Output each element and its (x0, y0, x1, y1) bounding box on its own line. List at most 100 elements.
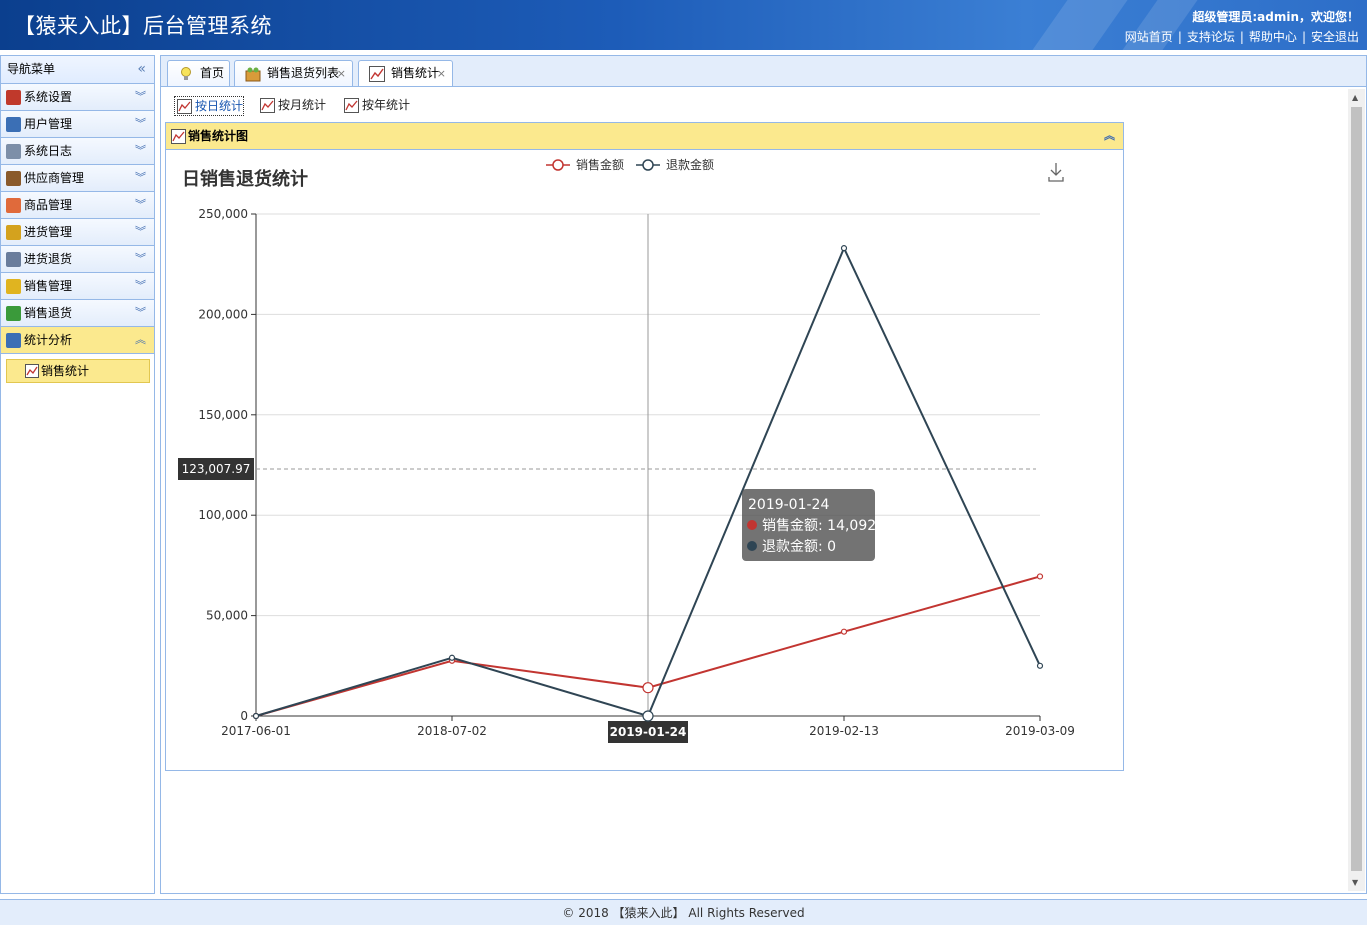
sidebar-group-4[interactable]: 供应商管理 ︾ (1, 165, 154, 192)
tab-bar: 首页 销售退货列表 × 销售统计 × (160, 55, 1367, 88)
tab-label: 销售退货列表 (267, 66, 340, 80)
collapse-left-icon[interactable]: « (137, 56, 146, 83)
stats-panel: 销售统计图 ︽ 日销售退货统计 0 50,000 100,000 150,000 200… (165, 122, 1124, 771)
header-links: 网站首页 | 支持论坛 | 帮助中心 | 安全退出 (1124, 30, 1359, 44)
button-label: 按月统计 (278, 98, 327, 112)
footer: © 2018 【猿来入此】 All Rights Reserved (0, 899, 1367, 925)
line-chart-icon (25, 364, 39, 378)
button-label: 按年统计 (362, 98, 411, 112)
x-tick-label: 2019-02-13 (809, 724, 879, 738)
tab-label: 销售统计 (391, 66, 440, 80)
chevron-down-icon[interactable]: ︾ (135, 111, 146, 137)
sidebar-group-8[interactable]: 销售管理 ︾ (1, 273, 154, 300)
scroll-thumb[interactable] (1351, 107, 1362, 871)
home-link[interactable]: 网站首页 (1125, 30, 1173, 44)
sidebar-group-label: 销售退货 (24, 306, 73, 320)
sales-return-list-icon (245, 67, 261, 82)
data-point (1036, 573, 1044, 580)
scroll-up-icon[interactable]: ▲ (1352, 93, 1358, 102)
bar-chart-icon (6, 333, 21, 348)
app-title: 【猿来入此】后台管理系统 (14, 14, 272, 38)
sidebar-group-label: 供应商管理 (24, 171, 85, 185)
chevron-down-icon[interactable]: ︾ (135, 192, 146, 218)
crosshair-x-label: 2019-01-24 (610, 725, 687, 739)
line-chart-icon (177, 99, 192, 114)
chevron-down-icon[interactable]: ︾ (135, 138, 146, 164)
sidebar-group-label: 销售管理 (24, 279, 73, 293)
chevron-down-icon[interactable]: ︾ (135, 246, 146, 272)
chevron-down-icon[interactable]: ︾ (135, 273, 146, 299)
sidebar-group-7[interactable]: 进货退货 ︾ (1, 246, 154, 273)
content-area: 按日统计 按月统计 按年统计 销售统计图 ︽ 日销售退货统计 0 50,000 10… (160, 86, 1367, 894)
close-icon[interactable]: × (437, 61, 446, 86)
collapse-up-icon[interactable]: ︽ (1104, 123, 1115, 149)
sidebar-group-label: 统计分析 (24, 333, 73, 347)
close-icon[interactable]: × (337, 61, 346, 86)
header-decor (1032, 0, 1128, 50)
purchase-icon (6, 225, 21, 240)
supplier-icon (6, 171, 21, 186)
forum-link[interactable]: 支持论坛 (1187, 30, 1235, 44)
x-tick-label: 2019-03-09 (1005, 724, 1075, 738)
chevron-down-icon[interactable]: ︾ (135, 300, 146, 326)
sidebar-group-5[interactable]: 商品管理 ︾ (1, 192, 154, 219)
tab-home[interactable]: 首页 (167, 60, 230, 87)
help-link[interactable]: 帮助中心 (1249, 30, 1297, 44)
y-tick-label: 0 (240, 709, 248, 723)
sidebar-group-10[interactable]: 统计分析 ︽ (1, 327, 154, 354)
sidebar-group-9[interactable]: 销售退货 ︾ (1, 300, 154, 327)
tooltip-row: 退款金额: 0 (762, 539, 836, 555)
line-chart: 0 50,000 100,000 150,000 200,000 250,000 2017-… (178, 157, 1075, 743)
by-year-button[interactable]: 按年统计 (342, 96, 412, 116)
chevron-down-icon[interactable]: ︾ (135, 219, 146, 245)
vertical-scrollbar[interactable]: ▲ ▼ (1348, 89, 1365, 891)
sidebar-group-3[interactable]: 系统日志 ︾ (1, 138, 154, 165)
bulb-icon (181, 67, 191, 80)
y-tick-label: 200,000 (198, 307, 248, 321)
chevron-down-icon[interactable]: ︾ (135, 84, 146, 110)
chevron-up-icon[interactable]: ︽ (135, 327, 146, 353)
logout-link[interactable]: 安全退出 (1311, 30, 1359, 44)
data-point (840, 628, 848, 635)
sidebar-group-2[interactable]: 用户管理 ︾ (1, 111, 154, 138)
line-chart-icon (260, 98, 275, 113)
legend-label: 销售金额 (576, 157, 624, 172)
sidebar-group-1[interactable]: 系统设置 ︾ (1, 84, 154, 111)
tab-sales-return-list[interactable]: 销售退货列表 × (234, 60, 353, 87)
x-tick-label: 2018-07-02 (417, 724, 487, 738)
sidebar-group-label: 系统设置 (24, 90, 73, 104)
log-icon (6, 144, 21, 159)
sidebar-group-label: 用户管理 (24, 117, 73, 131)
x-tick-label: 2017-06-01 (221, 724, 291, 738)
panel-header: 销售统计图 ︽ (166, 123, 1123, 150)
button-label: 按日统计 (195, 99, 244, 113)
header-banner: 【猿来入此】后台管理系统 超级管理员:admin，欢迎您！ 网站首页 | 支持论坛 |… (0, 0, 1367, 50)
data-point (448, 654, 456, 661)
sidebar-title-text: 导航菜单 (7, 62, 56, 76)
by-day-button[interactable]: 按日统计 (174, 96, 244, 116)
legend-label: 退款金额 (666, 157, 714, 172)
sidebar-item-label: 销售统计 (41, 364, 90, 378)
y-tick-label: 250,000 (198, 207, 248, 221)
line-chart-icon (171, 129, 186, 144)
chevron-down-icon[interactable]: ︾ (135, 165, 146, 191)
sidebar-item-sales-stats[interactable]: 销售统计 (6, 359, 150, 383)
tab-label: 首页 (200, 66, 225, 80)
download-icon[interactable] (1048, 163, 1064, 182)
y-tick-label: 150,000 (198, 408, 248, 422)
scroll-down-icon[interactable]: ▼ (1352, 878, 1358, 887)
sidebar-group-label: 系统日志 (24, 144, 73, 158)
by-month-button[interactable]: 按月统计 (258, 96, 328, 116)
sidebar-group-6[interactable]: 进货管理 ︾ (1, 219, 154, 246)
data-point (252, 712, 260, 720)
welcome-text: 超级管理员:admin，欢迎您！ (1192, 10, 1359, 24)
tab-sales-stats[interactable]: 销售统计 × (358, 60, 453, 88)
sidebar-group-label: 进货管理 (24, 225, 73, 239)
users-icon (6, 117, 21, 132)
data-point (642, 682, 654, 694)
panel-title: 销售统计图 (188, 129, 249, 143)
crosshair-y-label: 123,007.97 (182, 462, 251, 476)
legend-marker (552, 159, 564, 171)
line-chart-icon (344, 98, 359, 113)
sales-return-icon (6, 306, 21, 321)
